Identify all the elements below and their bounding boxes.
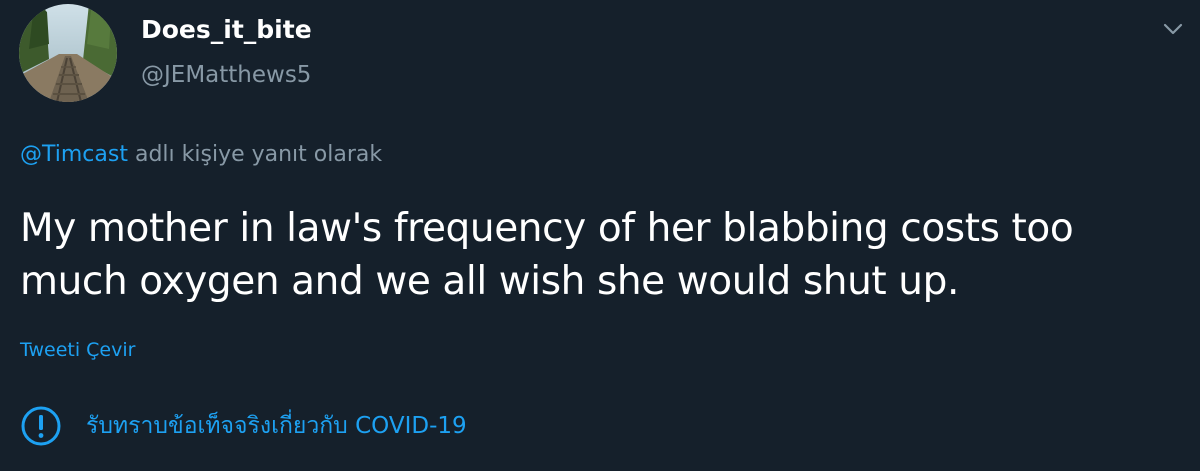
chevron-down-icon[interactable]	[1160, 16, 1186, 42]
covid-info-label: รับทราบข้อเท็จจริงเกี่ยวกับ COVID-19	[86, 413, 467, 439]
avatar-photo	[19, 4, 117, 102]
avatar[interactable]	[19, 4, 117, 102]
display-name[interactable]: Does_it_bite	[141, 15, 312, 44]
tweet-card: Does_it_bite @JEMatthews5 @Timcast adlı …	[0, 0, 1200, 471]
reply-context-label: adlı kişiye yanıt olarak	[127, 142, 383, 167]
tweet-text: My mother in law's frequency of her blab…	[20, 206, 1074, 304]
covid-info-link[interactable]: รับทราบข้อเท็จจริงเกี่ยวกับ COVID-19	[20, 402, 467, 450]
reply-context: @Timcast adlı kişiye yanıt olarak	[20, 142, 382, 167]
translate-tweet-link[interactable]: Tweeti Çevir	[20, 339, 135, 361]
reply-mention-link[interactable]: @Timcast	[20, 142, 128, 167]
info-exclamation-icon	[21, 406, 61, 446]
user-handle[interactable]: @JEMatthews5	[141, 62, 311, 88]
